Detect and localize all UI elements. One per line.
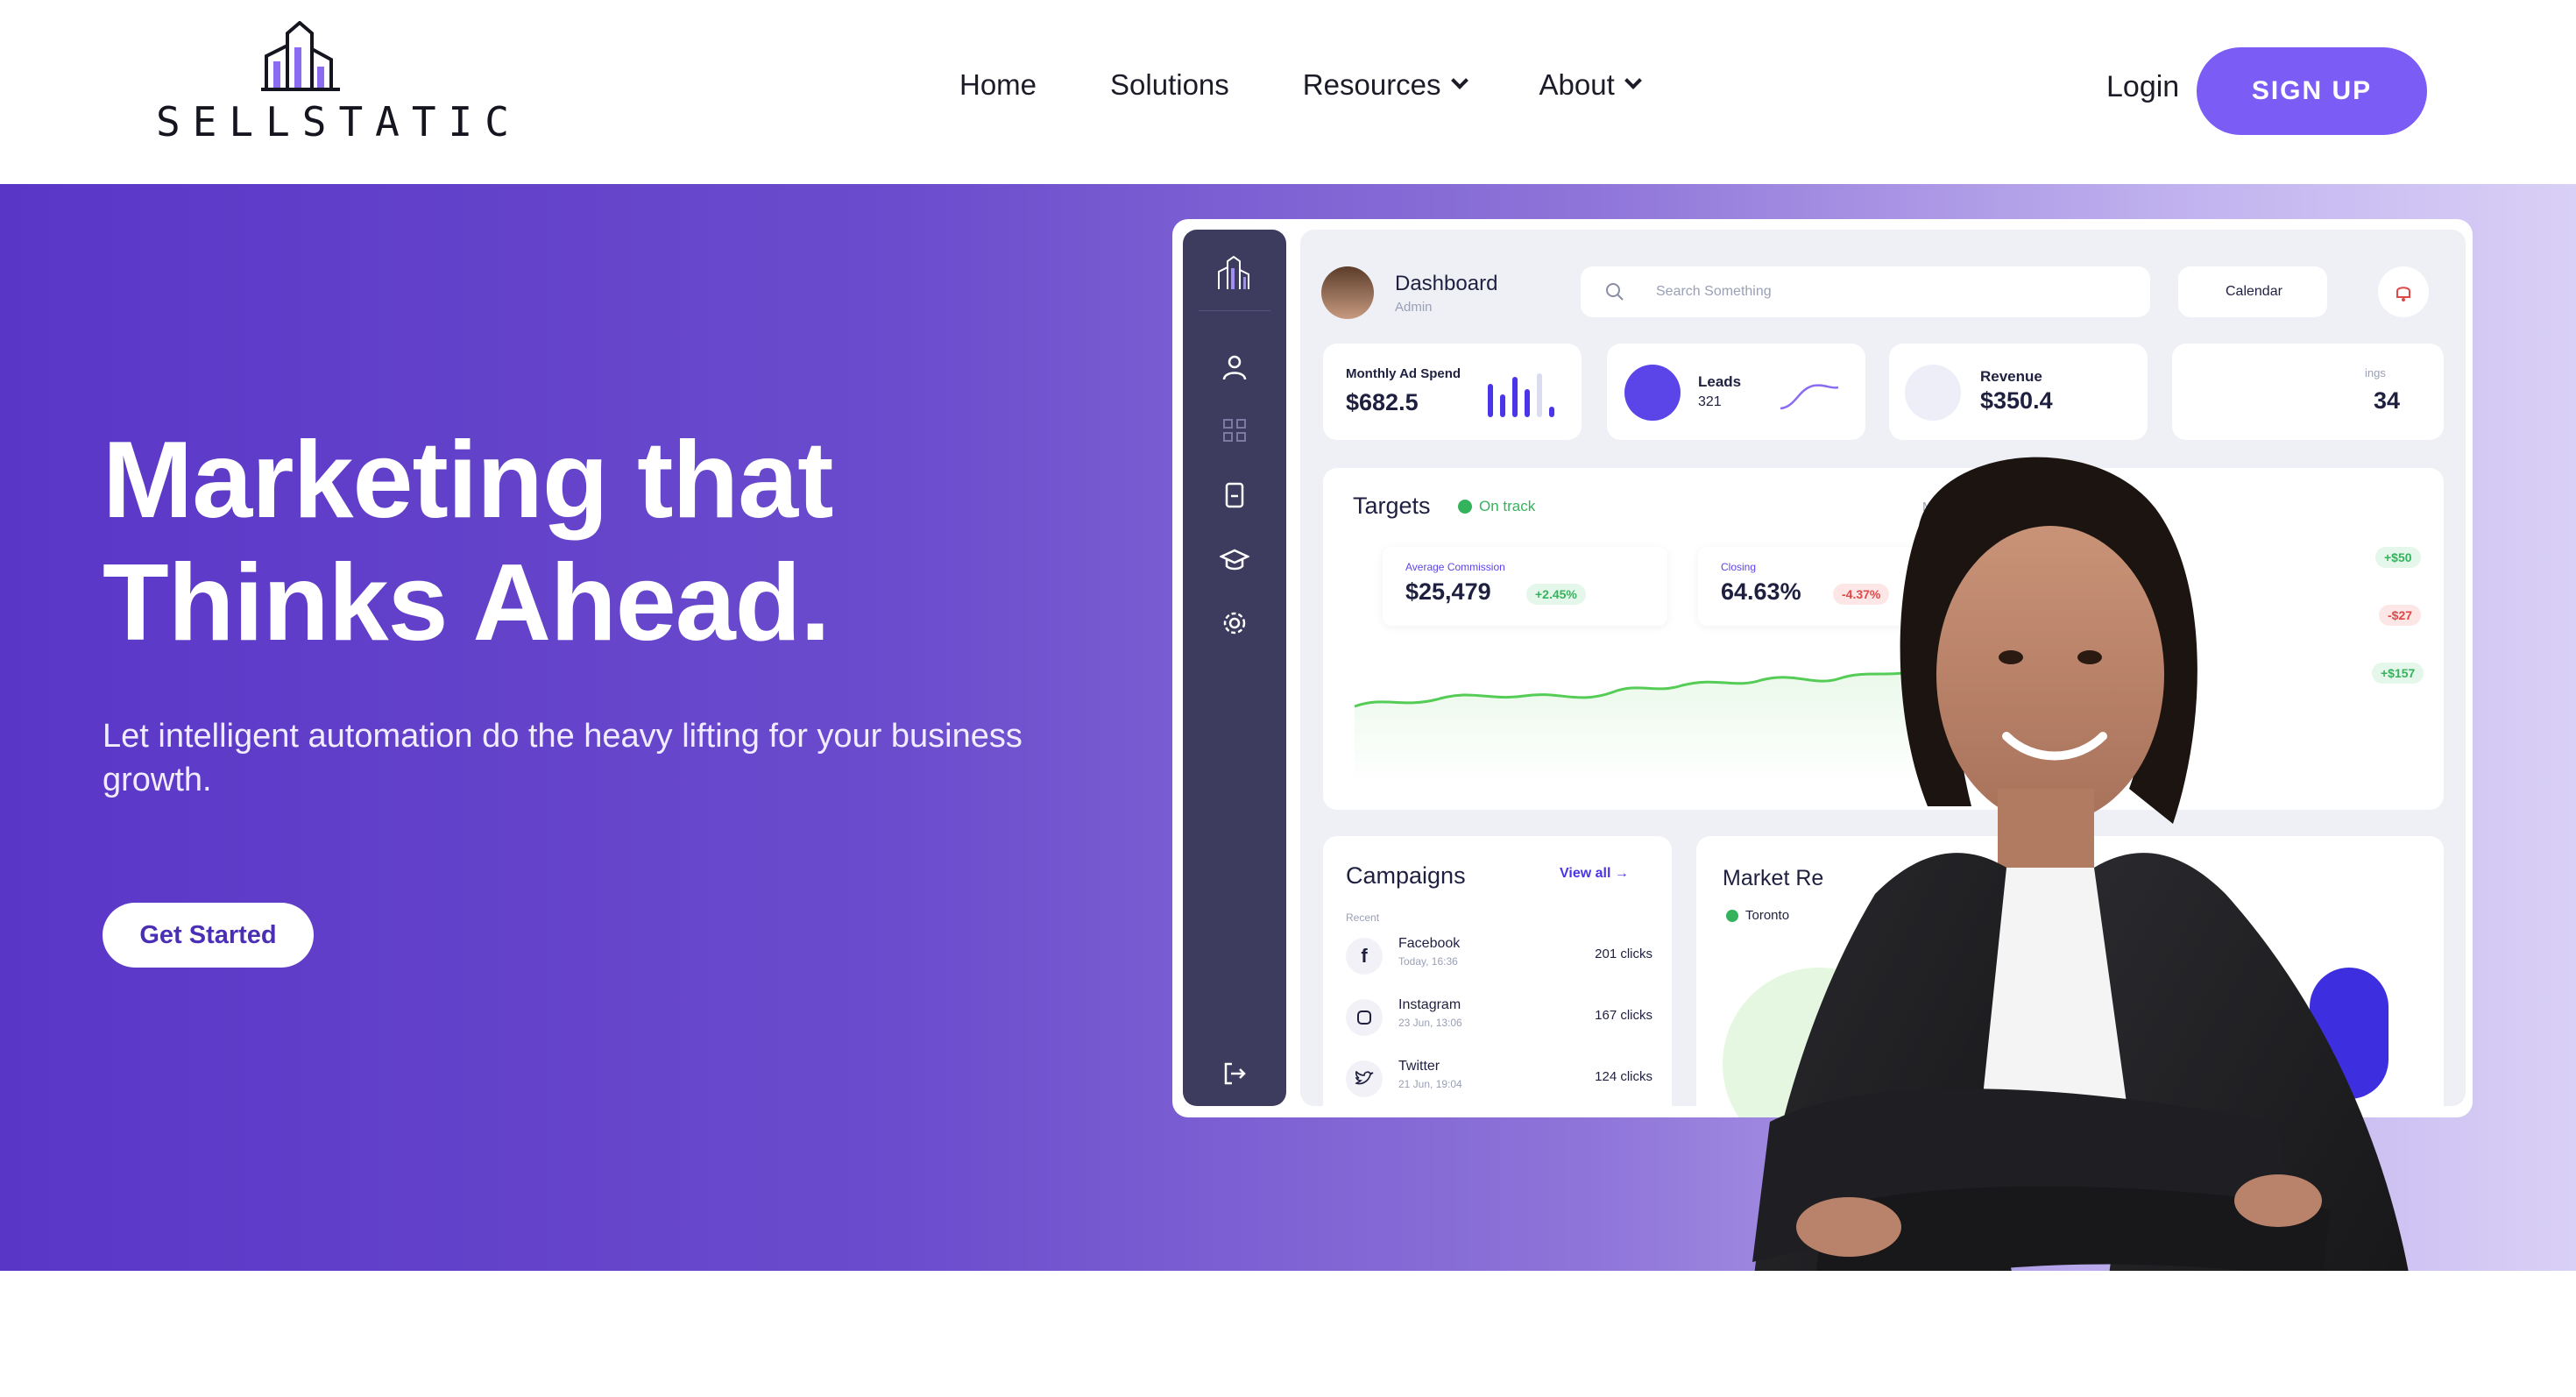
hero-subtitle: Let intelligent automation do the heavy … — [103, 718, 1023, 798]
campaign-clicks: 124 clicks — [1595, 1069, 1652, 1084]
bar-mini-chart — [1488, 373, 1554, 417]
avg-commission-value: $25,479 — [1405, 578, 1491, 605]
stat-value: $682.5 — [1346, 389, 1419, 415]
stat-value: 321 — [1698, 394, 1722, 409]
nav-home[interactable]: Home — [959, 68, 1037, 102]
stat-label: Revenue — [1980, 368, 2042, 385]
signup-button[interactable]: SIGN UP — [2197, 47, 2427, 135]
chevron-down-icon — [1450, 72, 1468, 89]
nav-about-label: About — [1539, 68, 1615, 101]
stat-card-bookings: ings 34 — [2172, 344, 2444, 440]
campaign-time: Today, 16:36 — [1398, 955, 1458, 968]
list-item[interactable]: Instagram 23 Jun, 13:06 167 clicks — [1346, 994, 1652, 1043]
search-input[interactable]: Search Something — [1581, 266, 2150, 317]
targets-title: Targets — [1353, 493, 1431, 519]
twitter-icon — [1346, 1060, 1383, 1097]
bell-icon — [2396, 287, 2410, 301]
avg-commission-card: Average Commission $25,479 +2.45% — [1383, 547, 1667, 626]
building-logo-icon — [261, 21, 340, 91]
logout-icon[interactable] — [1220, 1059, 1249, 1089]
list-item[interactable]: Twitter 21 Jun, 19:04 124 clicks — [1346, 1055, 1652, 1104]
hero-section: Marketing that Thinks Ahead. Let intelli… — [0, 184, 2576, 1271]
building-logo-icon — [1218, 256, 1249, 289]
nav-solutions-label: Solutions — [1110, 68, 1229, 101]
main-nav: Home Solutions Resources About — [959, 68, 1713, 102]
hero-title-line2: Thinks Ahead. — [103, 542, 831, 663]
campaigns-title: Campaigns — [1346, 862, 1466, 889]
campaign-time: 21 Jun, 19:04 — [1398, 1078, 1462, 1090]
check-circle-icon — [1458, 500, 1472, 514]
view-all-label: View all — [1560, 866, 1611, 881]
users-icon — [1624, 365, 1681, 421]
campaign-name: Facebook — [1398, 936, 1461, 951]
stat-card-ad-spend: Monthly Ad Spend $682.5 — [1323, 344, 1582, 440]
campaign-clicks: 167 clicks — [1595, 1008, 1652, 1023]
hero-title-line1: Marketing that — [103, 420, 833, 541]
dashboard-title: Dashboard — [1395, 272, 1498, 295]
recent-label: Recent — [1346, 911, 1380, 924]
calendar-dropdown[interactable]: Calendar — [2178, 266, 2327, 317]
stat-value: 34 — [2374, 387, 2401, 414]
brand-name: SELLSTATIC — [156, 98, 521, 145]
campaign-name: Instagram — [1398, 997, 1461, 1012]
facebook-icon: f — [1346, 938, 1383, 975]
calculator-icon[interactable] — [1220, 480, 1249, 510]
view-all-link[interactable]: View all → — [1560, 866, 1629, 882]
login-link[interactable]: Login — [2106, 70, 2179, 104]
calendar-label: Calendar — [2226, 284, 2282, 299]
stat-label: Leads — [1698, 373, 1742, 390]
dashboard-role: Admin — [1395, 300, 1433, 315]
chart-icon — [1905, 365, 1961, 421]
notification-button[interactable] — [2378, 266, 2429, 317]
stat-card-revenue: Revenue $350.4 — [1889, 344, 2148, 440]
targets-status: On track — [1479, 498, 1536, 514]
stat-label: Monthly Ad Spend — [1346, 366, 1461, 381]
chevron-down-icon — [1624, 72, 1642, 89]
stat-card-leads: Leads 321 — [1607, 344, 1865, 440]
search-placeholder: Search Something — [1656, 284, 1772, 299]
stat-value: $350.4 — [1980, 387, 2053, 414]
nav-home-label: Home — [959, 68, 1037, 101]
campaigns-card: Campaigns View all → Recent f Facebook T… — [1323, 836, 1672, 1117]
graduation-cap-icon[interactable] — [1220, 545, 1249, 575]
avg-commission-change: +2.45% — [1526, 584, 1586, 605]
sidebar-divider — [1199, 310, 1270, 311]
businesswoman-photo — [1752, 457, 2409, 1271]
stat-label: ings — [2365, 366, 2386, 379]
avatar — [1321, 266, 1374, 319]
arrow-right-icon: → — [1614, 866, 1629, 881]
navbar: SELLSTATIC Home Solutions Resources Abou… — [0, 0, 2576, 184]
grid-icon[interactable] — [1220, 415, 1249, 445]
line-mini-chart — [1780, 384, 1839, 410]
get-started-button[interactable]: Get Started — [103, 903, 314, 968]
campaign-name: Twitter — [1398, 1059, 1440, 1074]
avg-commission-label: Average Commission — [1405, 561, 1505, 573]
below-fold-area — [0, 1271, 2576, 1397]
nav-about[interactable]: About — [1539, 68, 1642, 102]
campaign-clicks: 201 clicks — [1595, 947, 1652, 961]
gear-icon[interactable] — [1220, 608, 1249, 638]
nav-resources-label: Resources — [1302, 68, 1441, 101]
nav-solutions[interactable]: Solutions — [1110, 68, 1229, 102]
instagram-icon — [1346, 999, 1383, 1036]
campaign-time: 23 Jun, 13:06 — [1398, 1017, 1462, 1029]
brand-logo[interactable]: SELLSTATIC — [156, 21, 521, 145]
user-icon[interactable] — [1220, 352, 1249, 382]
list-item[interactable]: f Facebook Today, 16:36 201 clicks — [1346, 933, 1652, 982]
search-icon — [1606, 283, 1624, 301]
nav-resources[interactable]: Resources — [1302, 68, 1468, 102]
hero-title: Marketing that Thinks Ahead. — [103, 419, 1066, 664]
dashboard-sidebar — [1183, 230, 1286, 1106]
